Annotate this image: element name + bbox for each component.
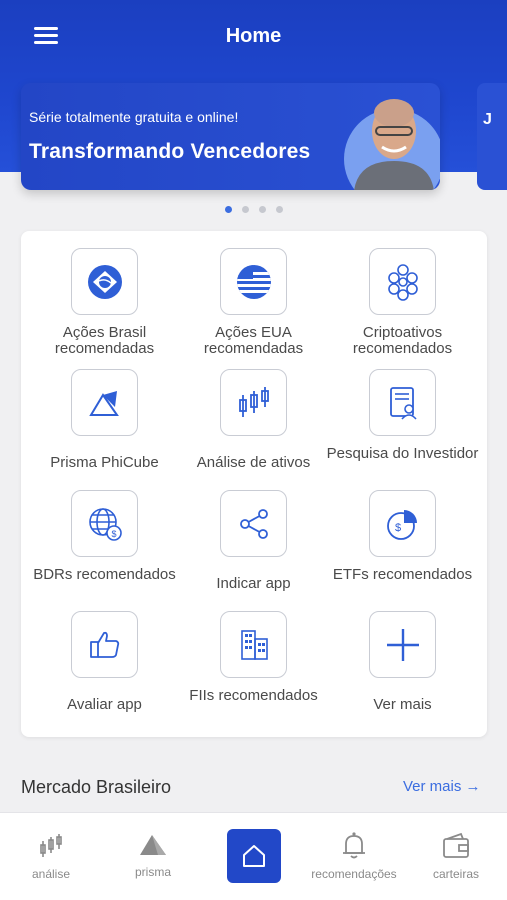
tile-indicar-app[interactable]: Indicar app [170, 473, 330, 593]
nav-item-recomendacoes[interactable]: recomendações [303, 813, 405, 900]
tile-etfs[interactable]: $ ETFs recomendados [319, 473, 479, 593]
tile-label: Prisma PhiCube [50, 454, 159, 471]
share-icon [239, 508, 268, 539]
tile-acoes-eua[interactable]: Ações EUA recomendadas [170, 231, 330, 357]
tile-pesquisa-investidor[interactable]: Pesquisa do Investidor [319, 352, 479, 472]
nav-item-carteiras[interactable]: carteiras [405, 813, 507, 900]
nav-label: análise [31, 867, 71, 881]
home-icon [243, 845, 265, 867]
nav-item-prisma[interactable]: prisma [102, 813, 204, 900]
pie-chart-dollar-icon: $ [386, 509, 417, 540]
candlestick-icon [238, 386, 269, 417]
nav-label: recomendações [311, 867, 397, 881]
carousel-dot[interactable] [225, 206, 232, 213]
nav-item-analise[interactable]: análise [0, 813, 102, 900]
nav-label: carteiras [432, 867, 479, 881]
tile-criptoativos[interactable]: Criptoativos recomendados [319, 231, 479, 357]
carousel-dot[interactable] [242, 206, 249, 213]
promo-banner[interactable]: Série totalmente gratuita e online! Tran… [21, 83, 440, 190]
presenter-photo [354, 99, 434, 190]
carousel-dot[interactable] [259, 206, 266, 213]
svg-text:$: $ [111, 529, 116, 539]
tile-label: Análise de ativos [196, 454, 311, 471]
tile-label: ETFs recomendados [332, 566, 473, 583]
survey-icon [389, 386, 417, 420]
plus-icon [386, 628, 419, 661]
tile-label: Ver mais [373, 696, 432, 713]
tile-avaliar-app[interactable]: Avaliar app [21, 594, 181, 714]
tile-acoes-brasil[interactable]: Ações Brasil recomendadas [21, 231, 181, 357]
thumbs-up-icon [89, 631, 119, 658]
nav-item-home[interactable] [227, 829, 281, 883]
prism-icon [88, 390, 119, 416]
tile-label: Indicar app [216, 575, 291, 592]
tile-label: Pesquisa do Investidor [326, 445, 479, 462]
tile-ver-mais[interactable]: Ver mais [319, 594, 479, 714]
tile-prisma-phicube[interactable]: Prisma PhiCube [21, 352, 181, 472]
carousel-dot[interactable] [276, 206, 283, 213]
nav-label: prisma [134, 865, 171, 879]
banner-subtitle: Série totalmente gratuita e online! [29, 109, 239, 125]
brazil-flag-icon [87, 264, 122, 299]
tile-fiis[interactable]: FIIs recomendados [170, 594, 330, 714]
carousel-dots [225, 206, 283, 214]
banner-title: Transformando Vencedores [29, 140, 311, 163]
wallet-icon [443, 832, 469, 858]
crypto-coins-icon [387, 263, 418, 301]
tile-label: BDRs recomendados [33, 566, 176, 583]
usa-flag-icon [236, 264, 271, 299]
svg-text:$: $ [394, 522, 400, 534]
bell-icon [343, 832, 365, 859]
globe-dollar-icon: $ [88, 507, 122, 541]
section-title-mercado: Mercado Brasileiro [21, 777, 172, 797]
see-more-link[interactable]: Ver mais → [403, 778, 481, 795]
next-banner-peek[interactable]: J [477, 83, 507, 190]
tile-label: FIIs recomendados [189, 687, 318, 704]
tile-analise-ativos[interactable]: Análise de ativos [170, 352, 330, 472]
tile-label: Avaliar app [67, 696, 142, 713]
page-title: Home [225, 25, 282, 47]
prism-icon [140, 835, 166, 855]
buildings-icon [240, 629, 268, 660]
tile-bdrs[interactable]: $ BDRs recomendados [21, 473, 181, 593]
candlestick-icon [40, 834, 62, 857]
feature-grid: Ações Brasil recomendadas Ações EUA reco… [21, 231, 487, 737]
